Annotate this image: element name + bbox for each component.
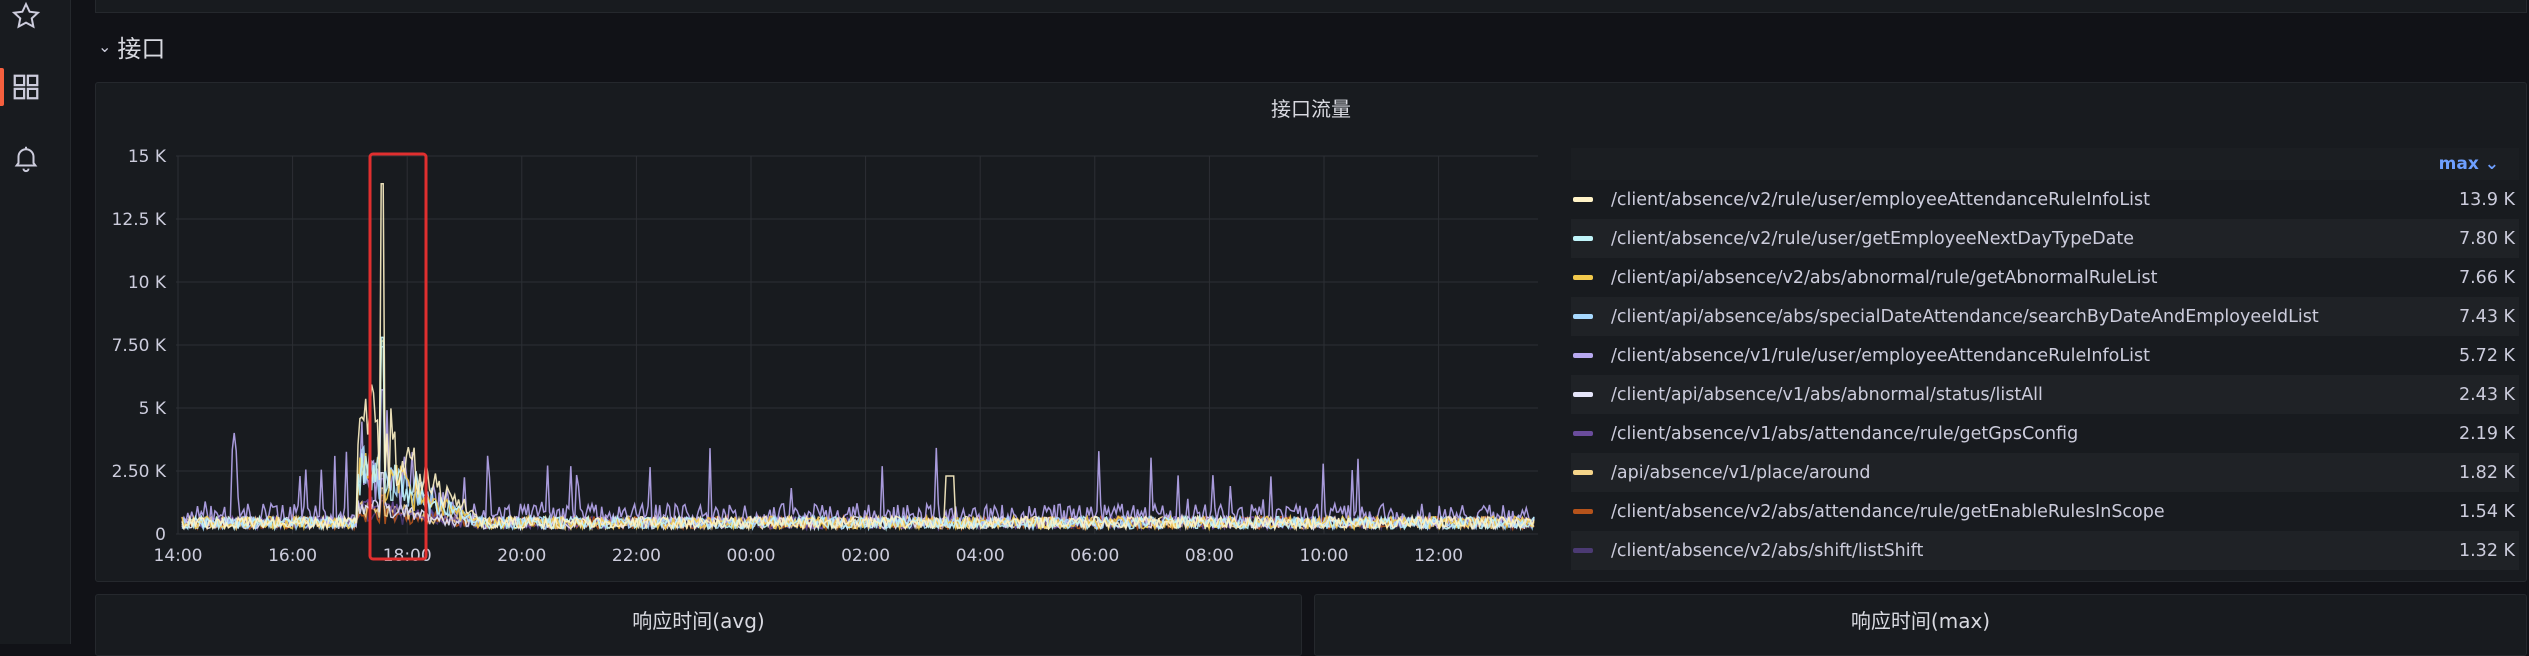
x-tick-label: 06:00 [1070,546,1119,566]
legend-series-name: /client/absence/v2/rule/user/employeeAtt… [1611,189,2150,210]
legend-series-name: /client/absence/v2/rule/user/getEmployee… [1611,228,2134,249]
x-tick-label: 22:00 [612,546,661,566]
legend-series-name: /client/api/absence/v2/abs/abnormal/rule… [1611,267,2158,288]
y-tick-label: 12.5 K [112,210,167,230]
y-tick-label: 5 K [139,399,167,419]
x-tick-label: 00:00 [727,546,776,566]
response-time-avg-panel: 响应时间(avg) [95,594,1302,656]
legend-max-value: 1.32 K [2458,540,2515,561]
legend-item[interactable]: /client/absence/v2/rule/user/getEmployee… [1571,219,2519,258]
star-icon[interactable] [8,0,44,34]
response-time-max-panel: 响应时间(max) [1314,594,2527,656]
legend-series-name: /client/absence/v2/abs/attendance/rule/g… [1611,501,2165,522]
panel-title[interactable]: 响应时间(avg) [96,605,1301,634]
y-tick-label: 10 K [128,273,167,293]
legend-swatch [1573,470,1593,475]
y-tick-label: 7.50 K [112,336,167,356]
legend-max-value: 1.82 K [2458,462,2515,483]
legend-swatch [1573,509,1593,514]
x-tick-label: 14:00 [154,546,203,566]
legend-item[interactable]: /client/absence/v1/rule/user/employeeAtt… [1571,336,2519,375]
legend-series-name: /api/absence/v1/place/around [1611,462,1871,483]
series-group [181,182,1535,532]
legend-swatch [1573,548,1593,553]
legend-swatch [1573,431,1593,436]
legend-header: max ⌄ [1571,148,2519,180]
legend-max-value: 1.54 K [2458,501,2515,522]
active-indicator [0,68,4,106]
legend-item[interactable]: /client/absence/v2/rule/user/employeeAtt… [1571,180,2519,219]
x-tick-label: 12:00 [1414,546,1463,566]
legend: max ⌄ /client/absence/v2/rule/user/emplo… [1571,148,2519,570]
sidebar [0,0,71,644]
legend-series-name: /client/absence/v2/abs/shift/listShift [1611,540,1924,561]
legend-item[interactable]: /client/api/absence/abs/specialDateAtten… [1571,297,2519,336]
legend-max-value: 13.9 K [2458,189,2515,210]
legend-item[interactable]: /api/absence/v1/place/around 1.82 K [1571,453,2519,492]
legend-swatch [1573,314,1593,319]
traffic-panel: 接口流量 0 2.50 K5 K 7.50 K 10 K 12.5 K 15 K 14:00… [95,82,2527,582]
legend-max-value: 7.80 K [2458,228,2515,249]
y-tick-label: 2.50 K [112,462,167,482]
legend-series-name: /client/api/absence/v1/abs/abnormal/stat… [1611,384,2043,405]
legend-item[interactable]: /client/api/absence/v2/abs/abnormal/rule… [1571,258,2519,297]
legend-series-name: /client/api/absence/abs/specialDateAtten… [1611,306,2319,327]
legend-max-value: 7.43 K [2458,306,2515,327]
legend-item[interactable]: /client/api/absence/v1/abs/abnormal/stat… [1571,375,2519,414]
legend-swatch [1573,353,1593,358]
bell-icon[interactable] [8,140,44,176]
y-tick-label: 15 K [128,147,167,167]
x-tick-label: 20:00 [497,546,546,566]
x-tick-label: 08:00 [1185,546,1234,566]
legend-swatch [1573,197,1593,202]
traffic-chart: 0 2.50 K 5 K 7.50 K 10 K 12.5 K 15 K 14:00 16:00… [112,147,1538,566]
previous-panel-edge [95,0,2527,13]
legend-max-value: 2.19 K [2458,423,2515,444]
chevron-down-icon: ⌄ [2484,154,2499,174]
legend-swatch [1573,275,1593,280]
legend-series-name: /client/absence/v1/rule/user/employeeAtt… [1611,345,2150,366]
legend-max-value: 7.66 K [2458,267,2515,288]
legend-max-value: 2.43 K [2458,384,2515,405]
legend-item[interactable]: /client/absence/v2/abs/attendance/rule/g… [1571,492,2519,531]
x-tick-label: 04:00 [956,546,1005,566]
legend-item[interactable]: /client/absence/v1/abs/attendance/rule/g… [1571,414,2519,453]
legend-sort-max[interactable]: max ⌄ [2439,154,2499,174]
chevron-down-icon: ⌄ [98,36,112,56]
x-tick-label: 02:00 [841,546,890,566]
x-tick-label: 18:00 [383,546,432,566]
row-header[interactable]: ⌄ 接口 [98,28,165,64]
legend-max-value: 5.72 K [2458,345,2515,366]
dashboards-icon[interactable] [8,69,44,105]
y-tick-label: 0 [155,525,166,545]
legend-swatch [1573,236,1593,241]
row-title: 接口 [117,34,166,63]
legend-swatch [1573,392,1593,397]
x-tick-label: 16:00 [268,546,317,566]
legend-series-name: /client/absence/v1/abs/attendance/rule/g… [1611,423,2079,444]
x-tick-label: 10:00 [1300,546,1349,566]
legend-item[interactable]: /client/absence/v2/abs/shift/listShift 1.… [1571,531,2519,570]
panel-title[interactable]: 响应时间(max) [1315,605,2526,634]
